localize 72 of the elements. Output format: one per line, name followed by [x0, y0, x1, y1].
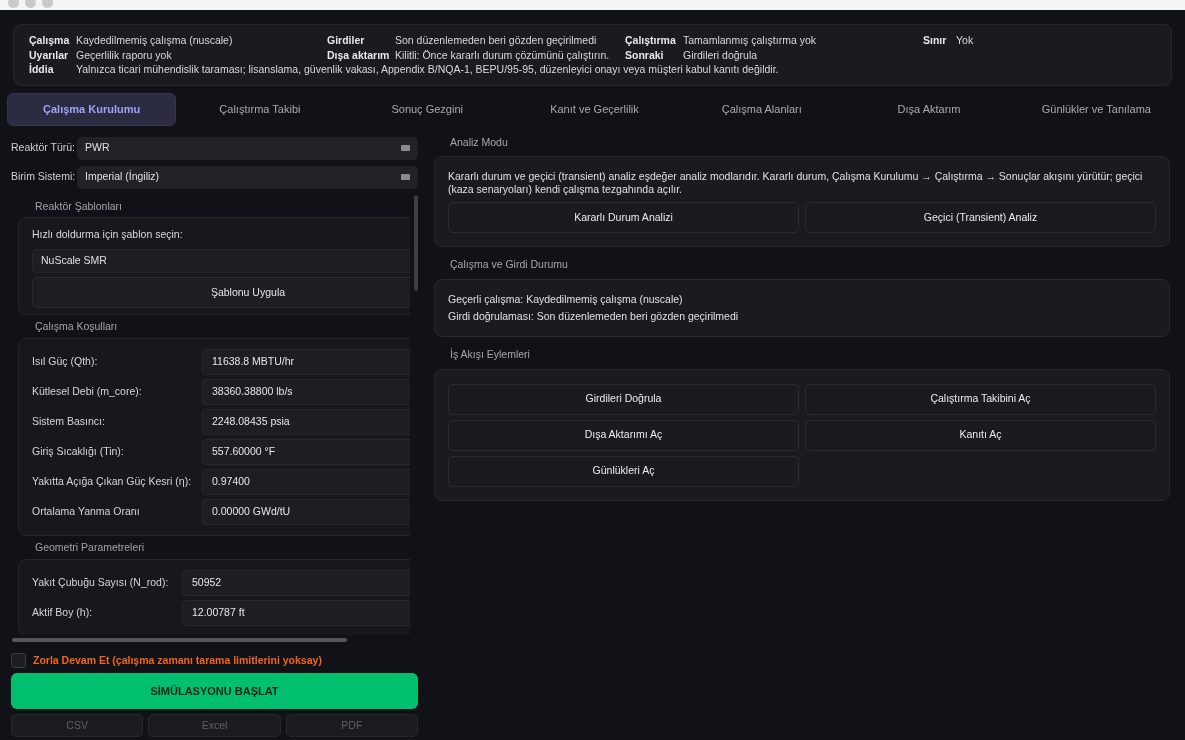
input-field[interactable]: 38360.38800 lb/s: [202, 378, 410, 405]
input-field[interactable]: 12.00787 ft: [182, 599, 410, 626]
field-label: Reaktör Türü:: [11, 140, 76, 156]
status-label: Dışa aktarım: [327, 47, 391, 62]
checkbox-label: Zorla Devam Et (çalışma zamanı tarama limitlerini yoksay): [33, 652, 322, 668]
field-label: Giriş Sıcaklığı (Tin):: [32, 443, 125, 459]
action-button[interactable]: Çalıştırma Takibini Aç: [805, 383, 1156, 415]
tab[interactable]: Günlükler ve Tanılama: [1012, 92, 1180, 126]
apply-template-button[interactable]: Şablonu Uygula: [32, 277, 410, 308]
tab[interactable]: Dışa Aktarım: [845, 92, 1013, 126]
dropdown-icon: [401, 145, 410, 151]
tab[interactable]: Sonuç Gezgini: [343, 92, 511, 126]
template-dropdown[interactable]: NuScale SMR: [32, 249, 410, 273]
field-label: Yakıt Çubuğu Sayısı (N_rod):: [32, 574, 170, 590]
action-button[interactable]: Günlükleri Aç: [448, 455, 799, 487]
status-value: Tamamlanmış çalıştırma yok: [683, 33, 817, 48]
action-button[interactable]: Kanıtı Aç: [805, 419, 1156, 451]
window-control-icon[interactable]: [8, 0, 19, 8]
status-label: Girdiler: [327, 33, 366, 48]
status-label: Çalışma: [29, 33, 71, 48]
input-field[interactable]: 50952: [182, 569, 410, 596]
action-button[interactable]: Dışa Aktarımı Aç: [448, 419, 799, 451]
tab[interactable]: Çalışma Kurulumu: [7, 92, 177, 126]
window-control-icon[interactable]: [25, 0, 36, 8]
status-value: Kaydedilmemiş çalışma (nuscale): [76, 33, 233, 48]
scrollbar[interactable]: [414, 194, 418, 291]
status-value: Kilitli: Önce kararlı durum çözümünü çalıştırın.: [395, 47, 610, 62]
status-label: Uyarılar: [29, 47, 70, 62]
window-control-icon[interactable]: [42, 0, 53, 8]
start-simulation-button[interactable]: SİMÜLASYONU BAŞLAT: [11, 673, 418, 710]
status-value: Geçerlilik raporu yok: [76, 47, 172, 62]
field-label: Kütlesel Debi (m_core):: [32, 383, 143, 399]
field-label: Aktif Boy (h):: [32, 604, 94, 620]
group-title: Geometri Parametreleri: [34, 539, 146, 555]
mode-button[interactable]: Geçici (Transient) Analiz: [805, 202, 1156, 234]
tab[interactable]: Çalışma Alanları: [678, 92, 846, 126]
section-title: Çalışma ve Girdi Durumu: [449, 257, 569, 273]
field-label: Isıl Güç (Qth):: [32, 353, 99, 369]
field-label: Sistem Basıncı:: [32, 413, 106, 429]
field-label: Birim Sistemi:: [11, 169, 77, 185]
status-value: Girdileri doğrula: [683, 47, 758, 62]
status-value: Yalnızca ticari mühendislik taraması; lisanslama, güvenlik vakası, Appendix B/NQA-1, BEPU/95-95, düzenleyici onayı veya müşteri kabul kanıtı değildir.: [76, 62, 779, 77]
field-label: Ortalama Yanma Oranı: [32, 503, 141, 519]
dropdown-icon: [401, 174, 410, 180]
dropdown[interactable]: Imperial (İngiliz): [77, 165, 418, 189]
action-button[interactable]: Girdileri Doğrula: [448, 383, 799, 415]
status-value: Son düzenlemeden beri gözden geçirilmedi: [395, 33, 597, 48]
group-title: Çalışma Koşulları: [34, 319, 119, 334]
status-text: Geçerli çalışma: Kaydedilmemiş çalışma (nuscale): [448, 292, 684, 307]
prompt-text: Hızlı doldurma için şablon seçin:: [32, 227, 184, 243]
status-label: Çalıştırma: [625, 33, 677, 48]
status-label: Sınır: [923, 33, 948, 48]
status-value: Yok: [956, 33, 974, 48]
status-label: Sonraki: [625, 47, 665, 62]
section-title: İş Akışı Eylemleri: [449, 347, 531, 362]
tab[interactable]: Kanıt ve Geçerlilik: [510, 92, 679, 126]
checkbox[interactable]: [11, 652, 26, 668]
input-field[interactable]: 0.97400: [202, 468, 410, 495]
dropdown[interactable]: PWR: [77, 136, 418, 160]
group-title: Reaktör Şablonları: [34, 198, 123, 214]
scrollbar[interactable]: [12, 637, 347, 642]
tab[interactable]: Çalıştırma Takibi: [176, 92, 344, 126]
input-field[interactable]: 557.60000 °F: [202, 438, 410, 465]
mode-button[interactable]: Kararlı Durum Analizi: [448, 202, 799, 234]
status-text: Girdi doğrulaması: Son düzenlemeden beri gözden geçirilmedi: [448, 309, 740, 324]
input-field[interactable]: 2248.08435 psia: [202, 408, 410, 435]
field-label: Yakıtta Açığa Çıkan Güç Kesri (η):: [32, 473, 193, 489]
status-label: İddia: [29, 62, 55, 77]
input-field[interactable]: 0.00000 GWd/tU: [202, 498, 410, 525]
input-field[interactable]: 11638.8 MBTU/hr: [202, 348, 410, 375]
section-title: Analiz Modu: [449, 134, 509, 150]
description-text: Kararlı durum ve geçici (transient) analiz eşdeğer analiz modlarıdır. Kararlı durum, Çalışma Kurulumu → Çalıştırma → Sonuçlar akışını yürütür; geçici (kaza senaryoları) kendi çalışma tezgahında açılır.: [448, 170, 1144, 197]
